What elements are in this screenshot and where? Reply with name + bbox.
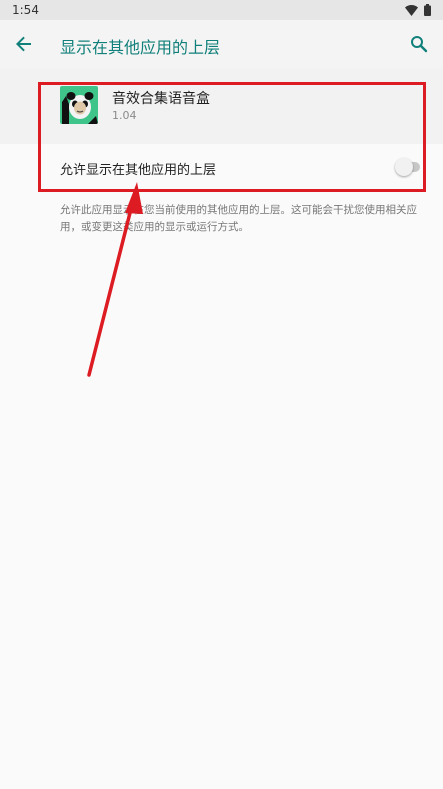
wifi-icon — [405, 4, 418, 16]
status-time: 1:54 — [12, 3, 39, 17]
search-button[interactable] — [405, 30, 433, 58]
permission-description: 允许此应用显示在您当前使用的其他应用的上层。这可能会干扰您使用相关应用，或变更这… — [60, 204, 417, 233]
arrow-back-icon — [16, 36, 31, 52]
status-bar: 1:54 — [0, 0, 443, 20]
search-icon — [411, 36, 428, 53]
app-bar: 显示在其他应用的上层 — [0, 20, 443, 68]
battery-icon — [424, 4, 431, 16]
back-button[interactable] — [10, 30, 38, 58]
page-title: 显示在其他应用的上层 — [60, 38, 221, 57]
status-icons — [405, 4, 431, 16]
annotation-highlight-box — [38, 82, 426, 192]
